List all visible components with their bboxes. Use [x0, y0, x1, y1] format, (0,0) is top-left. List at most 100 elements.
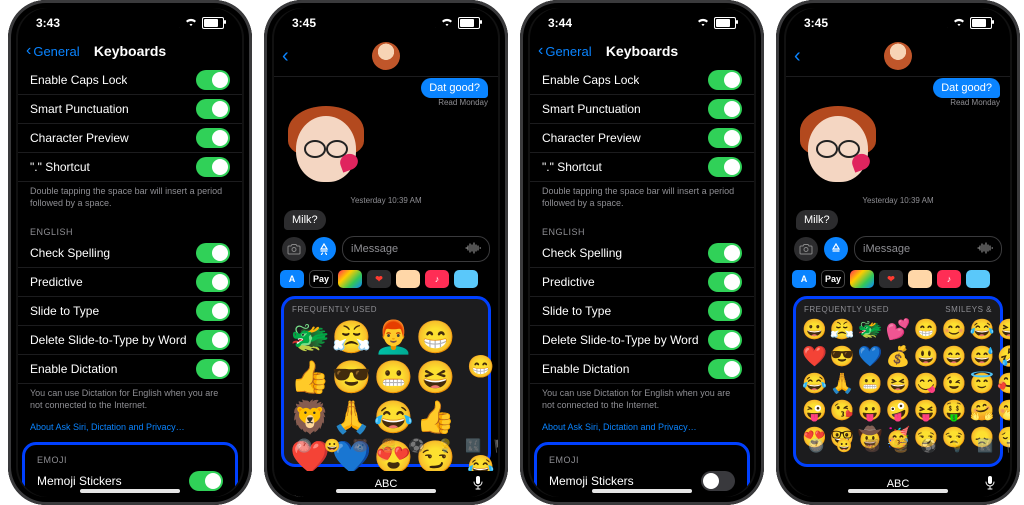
emoji[interactable]: 🤗: [969, 399, 994, 423]
music-icon[interactable]: ♪: [937, 270, 961, 288]
audio-wave-icon[interactable]: [977, 242, 993, 257]
extra-app-icon[interactable]: [454, 270, 478, 288]
memoji-sticker[interactable]: 👨‍🦰: [374, 318, 414, 356]
photos-icon[interactable]: ❤: [879, 270, 903, 288]
memoji-sticker[interactable]: 😎: [332, 358, 372, 396]
emoji-tab[interactable]: 🔣: [973, 438, 997, 454]
row-caps-lock[interactable]: Enable Caps Lock: [18, 66, 242, 95]
dictation-button[interactable]: [472, 475, 484, 494]
emoji[interactable]: 😝: [914, 399, 939, 423]
toggle-caps-lock[interactable]: [708, 70, 742, 90]
audio-wave-icon[interactable]: [465, 242, 481, 257]
app-store-button[interactable]: [824, 237, 848, 261]
app-store-icon[interactable]: A: [280, 270, 304, 288]
emoji-tab[interactable]: 🍔: [377, 438, 401, 454]
toggle-slide-to-type[interactable]: [196, 301, 230, 321]
extra-app-icon[interactable]: [966, 270, 990, 288]
emoji[interactable]: 😅: [969, 345, 994, 369]
row-check-spelling[interactable]: Check Spelling: [18, 239, 242, 268]
toggle-enable-dictation[interactable]: [196, 359, 230, 379]
row-predictive[interactable]: Predictive: [530, 268, 754, 297]
emoji[interactable]: 😜: [802, 399, 827, 423]
siri-privacy-link[interactable]: About Ask Siri, Dictation and Privacy…: [530, 420, 754, 440]
row-slide-to-type[interactable]: Slide to Type: [18, 297, 242, 326]
app-strip[interactable]: APay❤♪: [274, 266, 498, 292]
memoji-sticker-message[interactable]: [798, 106, 878, 186]
emoji[interactable]: 😘: [830, 399, 855, 423]
memoji-sticker[interactable]: 😬: [374, 358, 414, 396]
app-strip[interactable]: A Pay ❤ ♪: [786, 266, 1010, 292]
emoji[interactable]: 🐲: [858, 318, 883, 342]
app-store-icon[interactable]: A: [792, 270, 816, 288]
emoji-tab[interactable]: 😀: [832, 438, 856, 454]
row-period-shortcut[interactable]: "." Shortcut: [530, 153, 754, 182]
row-delete-slide-word[interactable]: Delete Slide-to-Type by Word: [530, 326, 754, 355]
emoji[interactable]: 😋: [914, 372, 939, 396]
emoji[interactable]: 😇: [969, 372, 994, 396]
emoji-tab[interactable]: ⚽: [917, 438, 941, 454]
emoji-tab[interactable]: ⚽: [405, 438, 429, 454]
emoji[interactable]: 🤪: [886, 399, 911, 423]
emoji[interactable]: 🤑: [942, 399, 967, 423]
toggle-smart-punctuation[interactable]: [708, 99, 742, 119]
emoji[interactable]: 😆: [997, 318, 1010, 342]
toggle-memoji-stickers[interactable]: [189, 471, 223, 491]
row-enable-dictation[interactable]: Enable Dictation: [530, 355, 754, 384]
toggle-enable-dictation[interactable]: [708, 359, 742, 379]
emoji-tab[interactable]: 🐻: [348, 438, 372, 454]
memoji-sticker-message[interactable]: [286, 106, 366, 186]
emoji[interactable]: 🤭: [997, 399, 1010, 423]
emoji[interactable]: 😤: [830, 318, 855, 342]
toggle-check-spelling[interactable]: [708, 243, 742, 263]
contact-avatar[interactable]: [884, 42, 912, 70]
row-predictive[interactable]: Predictive: [18, 268, 242, 297]
back-button[interactable]: ‹: [794, 45, 801, 68]
animoji-icon[interactable]: [338, 270, 362, 288]
memoji-app-icon[interactable]: [908, 270, 932, 288]
row-check-spelling[interactable]: Check Spelling: [530, 239, 754, 268]
memoji-sticker-grid[interactable]: 🐲😤👨‍🦰😁👍😎😬😆🦁🙏😂👍❤️💙😍😏🐼💀😍⋯: [284, 316, 461, 497]
emoji-tab[interactable]: 🕐: [804, 438, 828, 454]
toggle-character-preview[interactable]: [196, 128, 230, 148]
settings-list[interactable]: Enable Caps Lock Smart Punctuation Chara…: [530, 66, 754, 497]
emoji-tab[interactable]: 😀: [320, 438, 344, 454]
app-store-button[interactable]: [312, 237, 336, 261]
emoji-tab[interactable]: 💡: [945, 438, 969, 454]
home-indicator[interactable]: [336, 489, 436, 493]
back-button[interactable]: ‹General: [538, 43, 592, 59]
emoji[interactable]: 💙: [858, 345, 883, 369]
emoji[interactable]: 😁: [467, 318, 494, 416]
emoji[interactable]: 😆: [886, 372, 911, 396]
apple-pay-icon[interactable]: Pay: [821, 270, 845, 288]
dictation-button[interactable]: [984, 475, 996, 494]
toggle-predictive[interactable]: [708, 272, 742, 292]
emoji[interactable]: 😁: [914, 318, 939, 342]
memoji-sticker[interactable]: 🐲: [290, 318, 330, 356]
outgoing-message[interactable]: Dat good?: [421, 78, 488, 98]
emoji-category-tabs[interactable]: 🕐😀🐻🍔⚽💡🔣🏳️⌫: [284, 428, 488, 464]
toggle-delete-slide-word[interactable]: [708, 330, 742, 350]
emoji[interactable]: 😄: [942, 345, 967, 369]
home-indicator[interactable]: [592, 489, 692, 493]
emoji-category-tabs[interactable]: 🕐😀🐻🍔⚽💡🔣🏳️⌫: [796, 428, 1000, 464]
message-input[interactable]: iMessage: [854, 236, 1002, 262]
row-character-preview[interactable]: Character Preview: [530, 124, 754, 153]
incoming-message[interactable]: Milk?: [284, 210, 326, 230]
home-indicator[interactable]: [848, 489, 948, 493]
animoji-icon[interactable]: [850, 270, 874, 288]
back-button[interactable]: ‹ General: [26, 43, 80, 59]
row-period-shortcut[interactable]: "." Shortcut: [18, 153, 242, 182]
row-delete-slide-word[interactable]: Delete Slide-to-Type by Word: [18, 326, 242, 355]
emoji-side-grid[interactable]: 😁😊😂😆: [461, 316, 498, 497]
message-input[interactable]: iMessage: [342, 236, 490, 262]
emoji[interactable]: 🤣: [997, 345, 1010, 369]
emoji-tab[interactable]: 🕐: [292, 438, 316, 454]
emoji[interactable]: 💕: [886, 318, 911, 342]
toggle-period-shortcut[interactable]: [196, 157, 230, 177]
toggle-check-spelling[interactable]: [196, 243, 230, 263]
emoji[interactable]: 😂: [969, 318, 994, 342]
incoming-message[interactable]: Milk?: [796, 210, 838, 230]
emoji-tab[interactable]: 💡: [433, 438, 457, 454]
contact-avatar[interactable]: [372, 42, 400, 70]
emoji-tab[interactable]: 🍔: [889, 438, 913, 454]
